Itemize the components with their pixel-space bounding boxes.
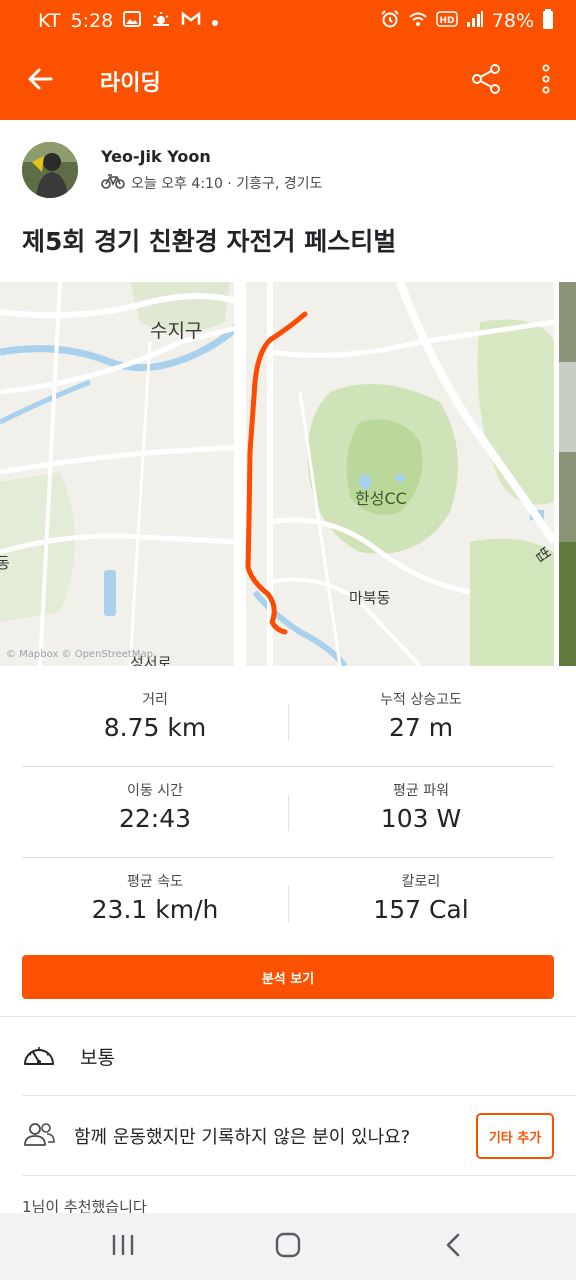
add-others-button[interactable]: 기타 추가 bbox=[476, 1113, 554, 1159]
athlete-name[interactable]: Yeo-Jik Yoon bbox=[101, 147, 322, 166]
avatar[interactable] bbox=[22, 142, 78, 198]
gauge-icon bbox=[22, 1040, 56, 1072]
hd-icon: HD bbox=[436, 10, 458, 32]
more-vertical-icon bbox=[542, 64, 550, 98]
share-icon bbox=[469, 62, 503, 100]
gmail-icon bbox=[181, 10, 201, 32]
stat-average-power: 평균 파워 103 W bbox=[380, 783, 462, 833]
divider bbox=[22, 1095, 576, 1096]
effort-label: 보통 bbox=[80, 1046, 115, 1069]
weather-icon bbox=[151, 10, 171, 32]
system-nav-bar bbox=[0, 1213, 576, 1280]
back-icon bbox=[445, 1233, 461, 1261]
more-button[interactable] bbox=[516, 42, 576, 120]
share-button[interactable] bbox=[456, 42, 516, 120]
map-attribution: © Mapbox © OpenStreetMap bbox=[6, 649, 153, 660]
people-icon bbox=[22, 1121, 56, 1151]
arrow-left-icon bbox=[27, 67, 53, 95]
svg-text:HD: HD bbox=[439, 16, 454, 26]
divider bbox=[22, 1175, 576, 1176]
map-label-hanseong: 한성CC bbox=[355, 489, 407, 508]
map-label-edge-left: 동 bbox=[0, 554, 10, 572]
athlete-header[interactable]: Yeo-Jik Yoon 오늘 오후 4:10 · 기흥구, 경기도 bbox=[22, 142, 322, 198]
status-bar: KT 5:28 HD 78% bbox=[0, 0, 576, 42]
map-label-mabuk: 마북동 bbox=[349, 589, 391, 607]
photo-thumbnail[interactable] bbox=[559, 282, 576, 666]
battery-icon bbox=[542, 8, 554, 34]
stat-elevation-gain: 누적 상승고도 27 m bbox=[380, 692, 462, 742]
home-icon bbox=[275, 1232, 301, 1262]
back-button[interactable] bbox=[0, 42, 80, 120]
route-map[interactable]: 수지구 한성CC 마북동 동 법 성서로 © Mapbox © OpenStre… bbox=[0, 282, 554, 666]
divider bbox=[0, 1016, 576, 1017]
stat-moving-time: 이동 시간 22:43 bbox=[118, 783, 192, 833]
activity-title: 제5회 경기 친환경 자전거 페스티벌 bbox=[22, 227, 397, 256]
battery-percentage: 78% bbox=[491, 10, 534, 32]
view-analysis-button[interactable]: 분석 보기 bbox=[22, 955, 554, 999]
dot-icon bbox=[211, 10, 219, 32]
stat-distance: 거리 8.75 km bbox=[103, 692, 207, 742]
activity-meta: 오늘 오후 4:10 · 기흥구, 경기도 bbox=[131, 176, 323, 192]
add-others-prompt: 함께 운동했지만 기록하지 않은 분이 있나요? bbox=[74, 1127, 411, 1148]
gallery-icon bbox=[123, 10, 142, 32]
app-bar: 라이딩 bbox=[0, 42, 576, 120]
add-others-row: 함께 운동했지만 기록하지 않은 분이 있나요? 기타 추가 bbox=[22, 1108, 554, 1164]
stat-average-speed: 평균 속도 23.1 km/h bbox=[91, 874, 219, 924]
page-title: 라이딩 bbox=[100, 71, 161, 96]
alarm-icon bbox=[380, 9, 400, 34]
map-label-suji: 수지구 bbox=[150, 320, 203, 342]
wifi-icon bbox=[408, 10, 428, 33]
perceived-effort-row[interactable]: 보통 bbox=[22, 1028, 115, 1084]
clock: 5:28 bbox=[70, 10, 114, 32]
stat-calories: 칼로리 157 Cal bbox=[373, 874, 469, 924]
stats-grid: 거리 8.75 km 누적 상승고도 27 m 이동 시간 22:43 평균 파… bbox=[22, 676, 554, 949]
recent-apps-icon bbox=[111, 1234, 135, 1260]
carrier-label: KT bbox=[38, 10, 61, 32]
home-button[interactable] bbox=[248, 1217, 328, 1277]
signal-icon bbox=[466, 10, 484, 32]
back-nav-button[interactable] bbox=[413, 1217, 493, 1277]
bicycle-icon bbox=[101, 173, 125, 193]
recent-apps-button[interactable] bbox=[83, 1217, 163, 1277]
